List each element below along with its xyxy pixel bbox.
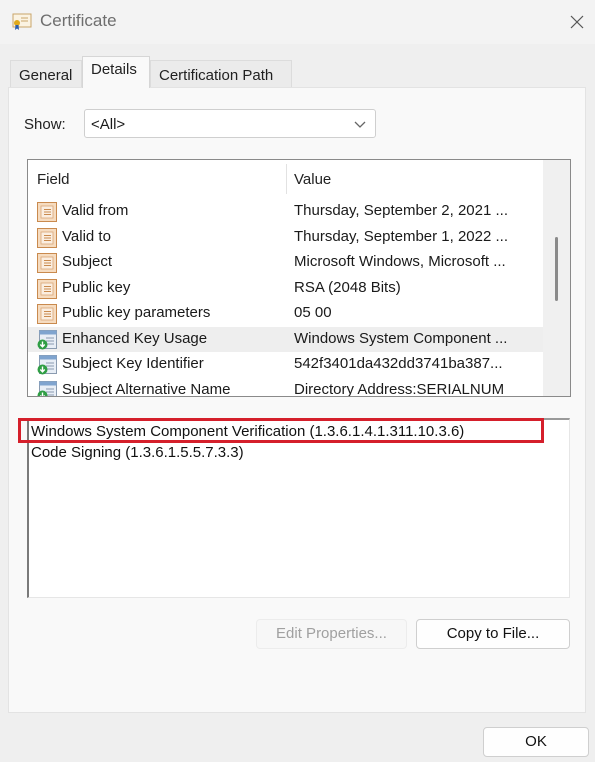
column-header-field[interactable]: Field (37, 171, 70, 188)
row-value: 05 00 (294, 304, 332, 321)
row-value: Thursday, September 1, 2022 ... (294, 227, 509, 245)
scrollbar-thumb[interactable] (555, 237, 558, 301)
ok-button[interactable]: OK (483, 727, 589, 757)
tab-details[interactable]: Details (82, 56, 150, 88)
close-icon (570, 15, 584, 29)
row-field: Subject Alternative Name (62, 380, 231, 397)
row-value: Directory Address:SERIALNUM (294, 380, 505, 397)
show-label: Show: (24, 116, 66, 133)
copy-to-file-button[interactable]: Copy to File... (416, 619, 570, 649)
show-dropdown-value: <All> (91, 116, 126, 133)
window-title: Certificate (40, 11, 117, 30)
list-row[interactable]: Subject Microsoft Windows, Microsoft ... (28, 250, 543, 276)
list-row[interactable]: Subject Alternative Name Directory Addres… (28, 378, 543, 397)
row-field: Public key parameters (62, 304, 211, 321)
row-field: Valid from (62, 202, 129, 219)
detail-line: Code Signing (1.3.6.1.5.5.7.3.3) (31, 444, 244, 461)
extension-icon (36, 354, 58, 376)
list-row[interactable]: Public key RSA (2048 Bits) (28, 276, 543, 302)
list-row[interactable]: Valid to Thursday, September 1, 2022 ... (28, 225, 543, 251)
list-row[interactable]: Subject Key Identifier 542f3401da432dd374… (28, 352, 543, 378)
property-icon (36, 201, 58, 223)
certificate-icon (12, 13, 32, 31)
list-header: Field Value (28, 160, 543, 198)
property-icon (36, 303, 58, 325)
field-detail-box[interactable]: Windows System Component Verification (1… (27, 418, 570, 598)
edit-properties-button[interactable]: Edit Properties... (256, 619, 407, 649)
row-field: Enhanced Key Usage (62, 329, 208, 347)
column-separator[interactable] (286, 164, 287, 194)
show-dropdown[interactable]: <All> (84, 109, 376, 138)
row-value: Windows System Component ... (294, 329, 508, 347)
row-value: Thursday, September 2, 2021 ... (294, 202, 509, 219)
row-field: Valid to (62, 227, 111, 245)
tab-general[interactable]: General (10, 60, 82, 88)
row-value: RSA (2048 Bits) (294, 278, 401, 296)
fields-list[interactable]: Field Value Valid from Thursday, Septembe… (27, 159, 571, 397)
list-scrollbar[interactable] (543, 160, 570, 396)
property-icon (36, 278, 58, 300)
extension-icon (36, 380, 58, 396)
extension-icon (36, 329, 58, 351)
property-icon (36, 252, 58, 274)
list-row[interactable]: Valid from Thursday, September 2, 2021 ..… (28, 199, 543, 225)
list-row[interactable]: Public key parameters 05 00 (28, 301, 543, 327)
row-field: Subject (62, 253, 113, 270)
row-value: 542f3401da432dd3741ba387... (294, 355, 503, 372)
property-icon (36, 227, 58, 249)
row-value: Microsoft Windows, Microsoft ... (294, 253, 506, 270)
close-button[interactable] (566, 11, 588, 33)
detail-line: Windows System Component Verification (1… (31, 423, 465, 440)
title-bar: Certificate (0, 0, 595, 44)
row-field: Subject Key Identifier (62, 355, 204, 372)
chevron-down-icon (353, 117, 367, 131)
column-header-value[interactable]: Value (294, 171, 331, 188)
tab-certification-path[interactable]: Certification Path (150, 60, 292, 88)
list-row[interactable]: Enhanced Key Usage Windows System Compone… (28, 326, 543, 352)
row-field: Public key (62, 278, 131, 296)
